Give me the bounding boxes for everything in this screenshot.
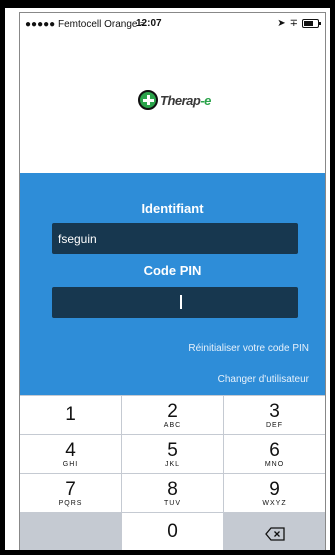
status-icons: ➤ ∓ (277, 18, 321, 29)
text-cursor (180, 295, 182, 309)
key-0[interactable]: 0 (122, 513, 223, 550)
logo-text: Therap-e (160, 93, 211, 108)
pin-field[interactable] (52, 287, 298, 318)
battery-icon (302, 19, 321, 28)
therap-e-logo: Therap-e (138, 88, 228, 118)
backspace-icon (264, 526, 285, 541)
location-icon: ➤ (277, 18, 286, 29)
login-panel: Identifiant Code PIN Réinitialiser votre… (20, 173, 325, 395)
carrier-label: ●●●●● Femtocell Orange ≈ (25, 19, 146, 30)
key-5[interactable]: 5 JKL (122, 435, 223, 473)
id-field[interactable] (52, 223, 298, 254)
numeric-keypad: 1 2 ABC 3 DEF 4 GHI 5 JKL 6 MNO 7 PQRS 8… (20, 395, 325, 550)
pin-label: Code PIN (143, 263, 202, 278)
screenshot-frame: ●●●●● Femtocell Orange ≈ 12:07 ➤ ∓ Thera… (0, 0, 335, 555)
key-1[interactable]: 1 (20, 396, 121, 434)
key-7[interactable]: 7 PQRS (20, 474, 121, 512)
key-2[interactable]: 2 ABC (122, 396, 223, 434)
key-6[interactable]: 6 MNO (224, 435, 325, 473)
status-bar: ●●●●● Femtocell Orange ≈ 12:07 ➤ ∓ (20, 13, 325, 33)
key-4[interactable]: 4 GHI (20, 435, 121, 473)
id-label: Identifiant (141, 201, 204, 216)
carrier-text: ●●●●● Femtocell Orange (25, 19, 138, 30)
change-user-link[interactable]: Changer d'utilisateur (218, 374, 309, 385)
key-9[interactable]: 9 WXYZ (224, 474, 325, 512)
key-3[interactable]: 3 DEF (224, 396, 325, 434)
backspace-key[interactable] (224, 513, 325, 550)
green-cross-icon (138, 90, 158, 110)
key-8[interactable]: 8 TUV (122, 474, 223, 512)
phone-screen: ●●●●● Femtocell Orange ≈ 12:07 ➤ ∓ Thera… (19, 12, 326, 550)
reset-pin-link[interactable]: Réinitialiser votre code PIN (188, 343, 309, 354)
id-input[interactable] (52, 223, 298, 254)
bluetooth-icon: ∓ (289, 18, 298, 29)
keypad-blank (20, 513, 121, 550)
status-time: 12:07 (136, 18, 162, 29)
